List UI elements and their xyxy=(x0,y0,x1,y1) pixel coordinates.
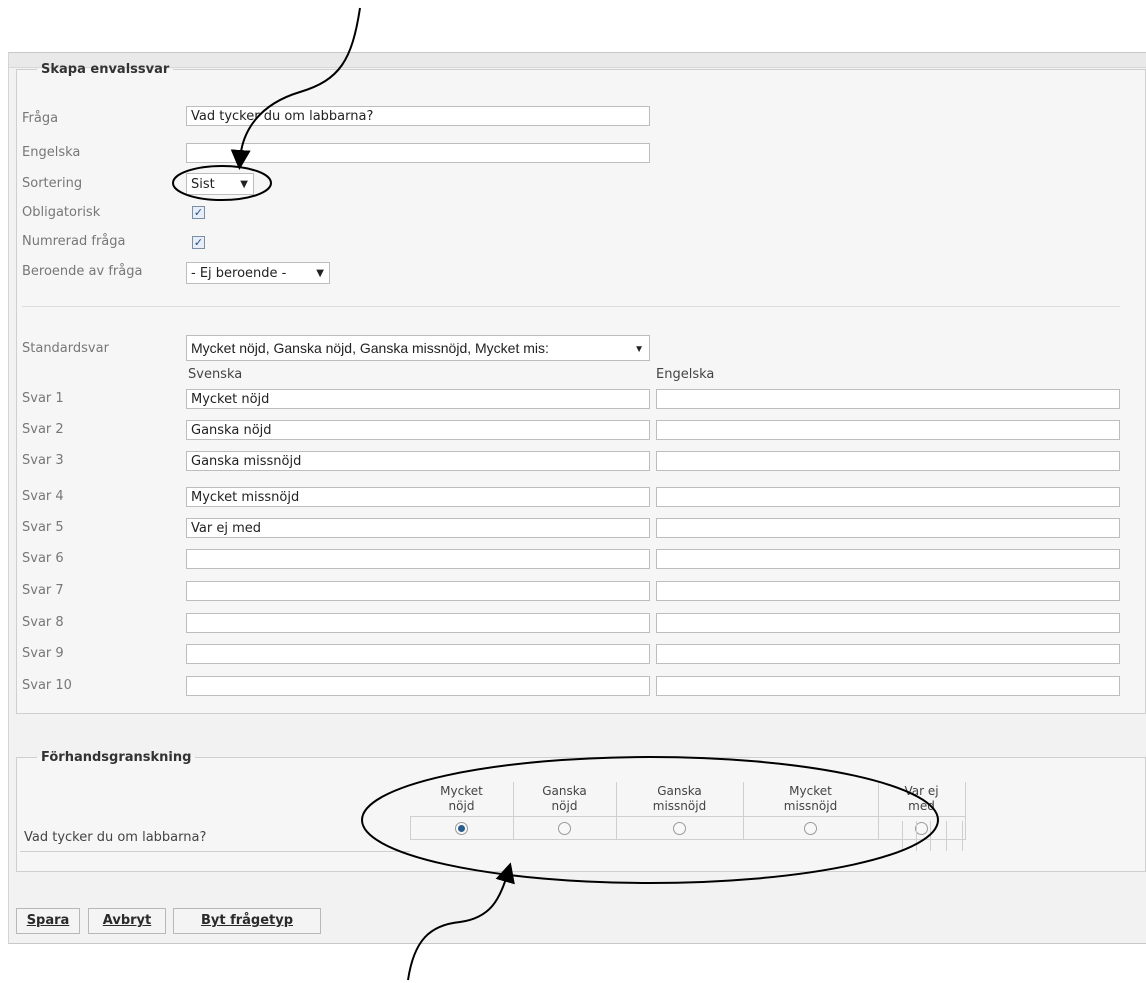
sorting-highlight-ellipse xyxy=(172,165,272,201)
bottom-annotation-arrow xyxy=(407,862,515,981)
preview-highlight-ellipse xyxy=(361,756,939,884)
top-annotation-arrow xyxy=(230,7,361,170)
annotation-overlay xyxy=(172,7,939,981)
